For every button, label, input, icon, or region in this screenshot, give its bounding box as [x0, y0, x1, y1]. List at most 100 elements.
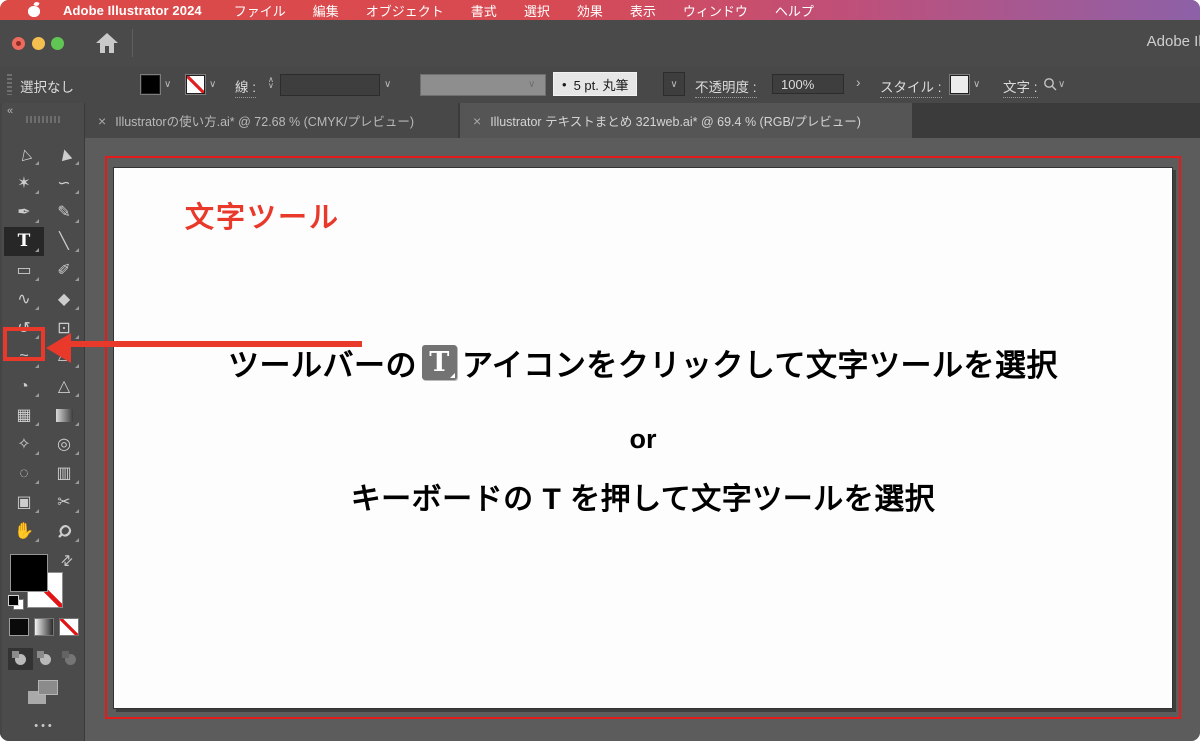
type-tool[interactable]: T [4, 227, 44, 256]
collapse-panel-icon[interactable]: « [7, 105, 13, 117]
close-window-button[interactable] [12, 37, 25, 50]
stroke-chevron-icon[interactable]: ∨ [209, 79, 216, 90]
stroke-weight-stepper[interactable]: ∧ ∨ [268, 76, 274, 90]
mesh-tool-icon: ▦ [16, 406, 32, 424]
home-icon[interactable] [95, 32, 119, 54]
blend-tool[interactable]: ◎ [44, 430, 84, 459]
eyedropper-tool[interactable]: ✧ [4, 430, 44, 459]
draw-normal-button[interactable] [8, 648, 33, 670]
instruction-line-2[interactable]: or [114, 424, 1172, 455]
gradient-tool-icon: ▩ [55, 409, 73, 422]
rectangle-tool[interactable]: ▭ [4, 256, 44, 285]
drawing-modes-row [8, 648, 83, 670]
instruction-line-3[interactable]: キーボードの T を押して文字ツールを選択 [114, 474, 1172, 518]
search-chevron-icon[interactable]: ∨ [1058, 79, 1065, 90]
document-tab-active[interactable]: × Illustrator テキストまとめ 321web.ai* @ 69.4 … [460, 103, 912, 138]
tools-panel-grip[interactable] [26, 116, 62, 123]
window-title-bar: Adobe Ill [0, 20, 1200, 67]
magic-wand-tool[interactable]: ✶ [4, 169, 44, 198]
zoom-tool[interactable]: Ϙ [44, 517, 84, 546]
menu-item[interactable]: 効果 [577, 1, 603, 20]
paintbrush-tool[interactable]: ✐ [44, 256, 84, 285]
opacity-label[interactable]: 不透明度 : [695, 76, 757, 98]
swap-fill-stroke-icon[interactable]: ⇄ [57, 550, 77, 570]
opacity-more-icon[interactable]: › [856, 75, 861, 90]
stepper-down-icon[interactable]: ∨ [268, 82, 274, 90]
gradient-tool[interactable]: ▩ [44, 401, 84, 430]
brush-chevron-button[interactable]: ∨ [663, 72, 685, 96]
draw-inside-button[interactable] [58, 648, 83, 670]
fill-well[interactable] [10, 554, 48, 592]
macos-menu-bar: Adobe Illustrator 2024 ファイル 編集 オブジェクト 書式 選択 効… [0, 0, 1200, 20]
minimize-window-button[interactable] [32, 37, 45, 50]
line1-after-text: アイコンをクリックして文字ツールを選択 [461, 348, 1059, 383]
menu-item[interactable]: ウィンドウ [683, 1, 748, 20]
zoom-window-button[interactable] [51, 37, 64, 50]
stroke-color-swatch[interactable] [185, 74, 206, 95]
perspective-grid-tool-icon: △ [57, 377, 71, 395]
hand-tool[interactable]: ✋ [4, 517, 44, 546]
mesh-tool[interactable]: ▦ [4, 401, 44, 430]
direct-selection-tool[interactable]: ▶ [44, 140, 84, 169]
menu-item[interactable]: 選択 [524, 1, 550, 20]
type-label[interactable]: 文字 : [1003, 76, 1038, 98]
apply-color-button[interactable] [9, 618, 29, 636]
pen-tool[interactable]: ✒ [4, 198, 44, 227]
symbol-sprayer-tool[interactable]: ◌ [4, 459, 44, 488]
stroke-weight-chevron-icon[interactable]: ∨ [384, 79, 391, 90]
apply-none-button[interactable] [59, 618, 79, 636]
apple-menu-icon[interactable] [28, 3, 41, 17]
annotation-arrow-head [46, 333, 71, 363]
fill-chevron-icon[interactable]: ∨ [164, 79, 171, 90]
canvas-area[interactable]: ツールバーの T アイコンをクリックして文字ツールを選択 or キーボードの T… [85, 138, 1200, 741]
fill-color-swatch[interactable] [140, 74, 161, 95]
curvature-tool[interactable]: ✎ [44, 198, 84, 227]
artboard[interactable]: ツールバーの T アイコンをクリックして文字ツールを選択 or キーボードの T… [113, 167, 1173, 709]
menu-item[interactable]: ファイル [234, 1, 286, 20]
document-tab-inactive[interactable]: × Illustratorの使い方.ai* @ 72.68 % (CMYK/プレ… [85, 103, 458, 138]
graph-tool[interactable]: ▥ [44, 459, 84, 488]
opacity-input[interactable]: 100% [772, 74, 844, 94]
symbol-sprayer-tool-icon: ◌ [19, 464, 29, 482]
search-icon[interactable] [1043, 77, 1057, 91]
selection-tool[interactable]: ▷ [4, 140, 44, 169]
line-segment-tool[interactable]: ╲ [44, 227, 84, 256]
type-tool-icon: T [17, 231, 31, 251]
menu-item[interactable]: 編集 [313, 1, 339, 20]
perspective-grid-tool[interactable]: △ [44, 372, 84, 401]
close-tab-icon[interactable]: × [473, 113, 481, 129]
artboard-tool[interactable]: ▣ [4, 488, 44, 517]
edit-toolbar-button[interactable]: ••• [2, 720, 87, 732]
apply-gradient-button[interactable] [34, 618, 54, 636]
screen-mode-button[interactable] [28, 680, 58, 704]
brush-bullet: • [562, 76, 567, 92]
direct-selection-tool-icon: ▶ [54, 147, 74, 162]
menu-item[interactable]: 書式 [471, 1, 497, 20]
type-tool-highlight-box [3, 327, 45, 361]
annotation-label[interactable]: 文字ツール [185, 194, 340, 236]
app-menu-title[interactable]: Adobe Illustrator 2024 [63, 3, 202, 18]
shape-builder-tool[interactable]: ◔ [4, 372, 44, 401]
menu-item[interactable]: ヘルプ [775, 1, 814, 20]
brush-definition-dropdown[interactable]: • 5 pt. 丸筆 [553, 72, 638, 96]
close-tab-icon[interactable]: × [98, 113, 106, 129]
menu-item[interactable]: 表示 [630, 1, 656, 20]
style-chevron-icon[interactable]: ∨ [973, 79, 980, 90]
stroke-weight-input[interactable] [280, 74, 380, 96]
tools-panel: « ▷▶✶∽✒✎T╲▭✐∿◆↺⊡≈▱◔△▦▩✧◎◌▥▣✂✋Ϙ ⇄ ••• [0, 103, 85, 741]
brush-value: 5 pt. 丸筆 [573, 77, 629, 93]
default-fill-stroke-icon[interactable] [8, 595, 24, 610]
lasso-tool[interactable]: ∽ [44, 169, 84, 198]
width-profile-chevron-icon[interactable]: ∨ [528, 79, 535, 90]
menu-item[interactable]: オブジェクト [366, 1, 444, 20]
slice-tool[interactable]: ✂ [44, 488, 84, 517]
style-swatch[interactable] [949, 74, 970, 95]
draw-behind-button[interactable] [33, 648, 58, 670]
style-label[interactable]: スタイル : [880, 76, 942, 98]
stroke-weight-label[interactable]: 線 : [235, 76, 257, 98]
controlbar-grip[interactable] [7, 74, 12, 95]
shaper-tool[interactable]: ∿ [4, 285, 44, 314]
blend-tool-icon: ◎ [57, 435, 71, 453]
eraser-tool[interactable]: ◆ [44, 285, 84, 314]
selection-tool-icon: ▷ [14, 147, 34, 162]
